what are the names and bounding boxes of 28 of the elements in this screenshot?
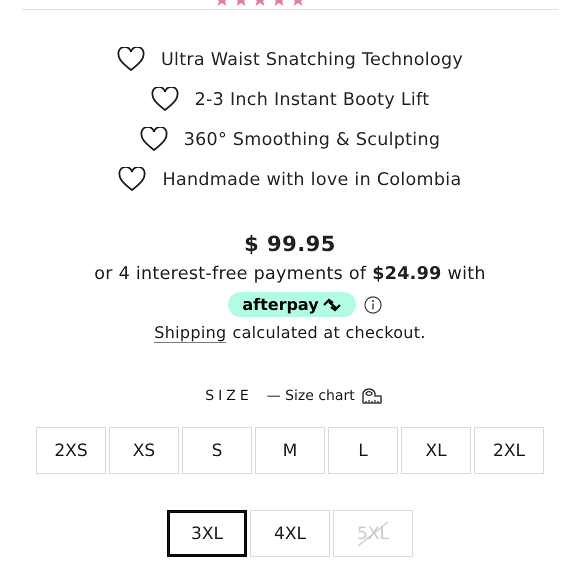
feature-text: Handmade with love in Colombia xyxy=(162,170,462,190)
size-option[interactable]: 4XL xyxy=(250,510,330,557)
installments-text: or 4 interest-free payments of $24.99 with xyxy=(94,264,486,284)
price: $ 99.95 xyxy=(244,232,336,256)
size-option[interactable]: 2XS xyxy=(36,427,106,474)
info-icon[interactable] xyxy=(364,296,382,314)
size-option[interactable]: XS xyxy=(109,427,179,474)
size-option[interactable]: XL xyxy=(401,427,471,474)
strikethrough-line xyxy=(356,520,390,548)
feature-text: 2-3 Inch Instant Booty Lift xyxy=(194,90,430,110)
feature-text: 360° Smoothing & Sculpting xyxy=(184,130,440,150)
feature-text: Ultra Waist Snatching Technology xyxy=(160,50,464,70)
size-label: SIZE xyxy=(205,388,253,404)
shipping-text: calculated at checkout. xyxy=(232,323,426,343)
size-chart-link[interactable]: — Size chart xyxy=(266,387,383,405)
size-option[interactable]: M xyxy=(255,427,325,474)
tape-measure-icon xyxy=(360,387,383,405)
size-option[interactable]: 2XL xyxy=(474,427,544,474)
heart-icon xyxy=(150,87,179,112)
heart-icon xyxy=(140,127,168,152)
heart-icon xyxy=(116,47,145,72)
heart-icon xyxy=(118,167,146,192)
size-option[interactable]: L xyxy=(328,427,398,474)
size-option[interactable]: S xyxy=(182,427,252,474)
afterpay-logo-icon xyxy=(322,298,342,312)
shipping-link[interactable]: Shipping xyxy=(154,323,226,343)
size-option[interactable]: 3XL xyxy=(167,510,247,557)
afterpay-badge[interactable]: afterpay xyxy=(228,292,356,317)
